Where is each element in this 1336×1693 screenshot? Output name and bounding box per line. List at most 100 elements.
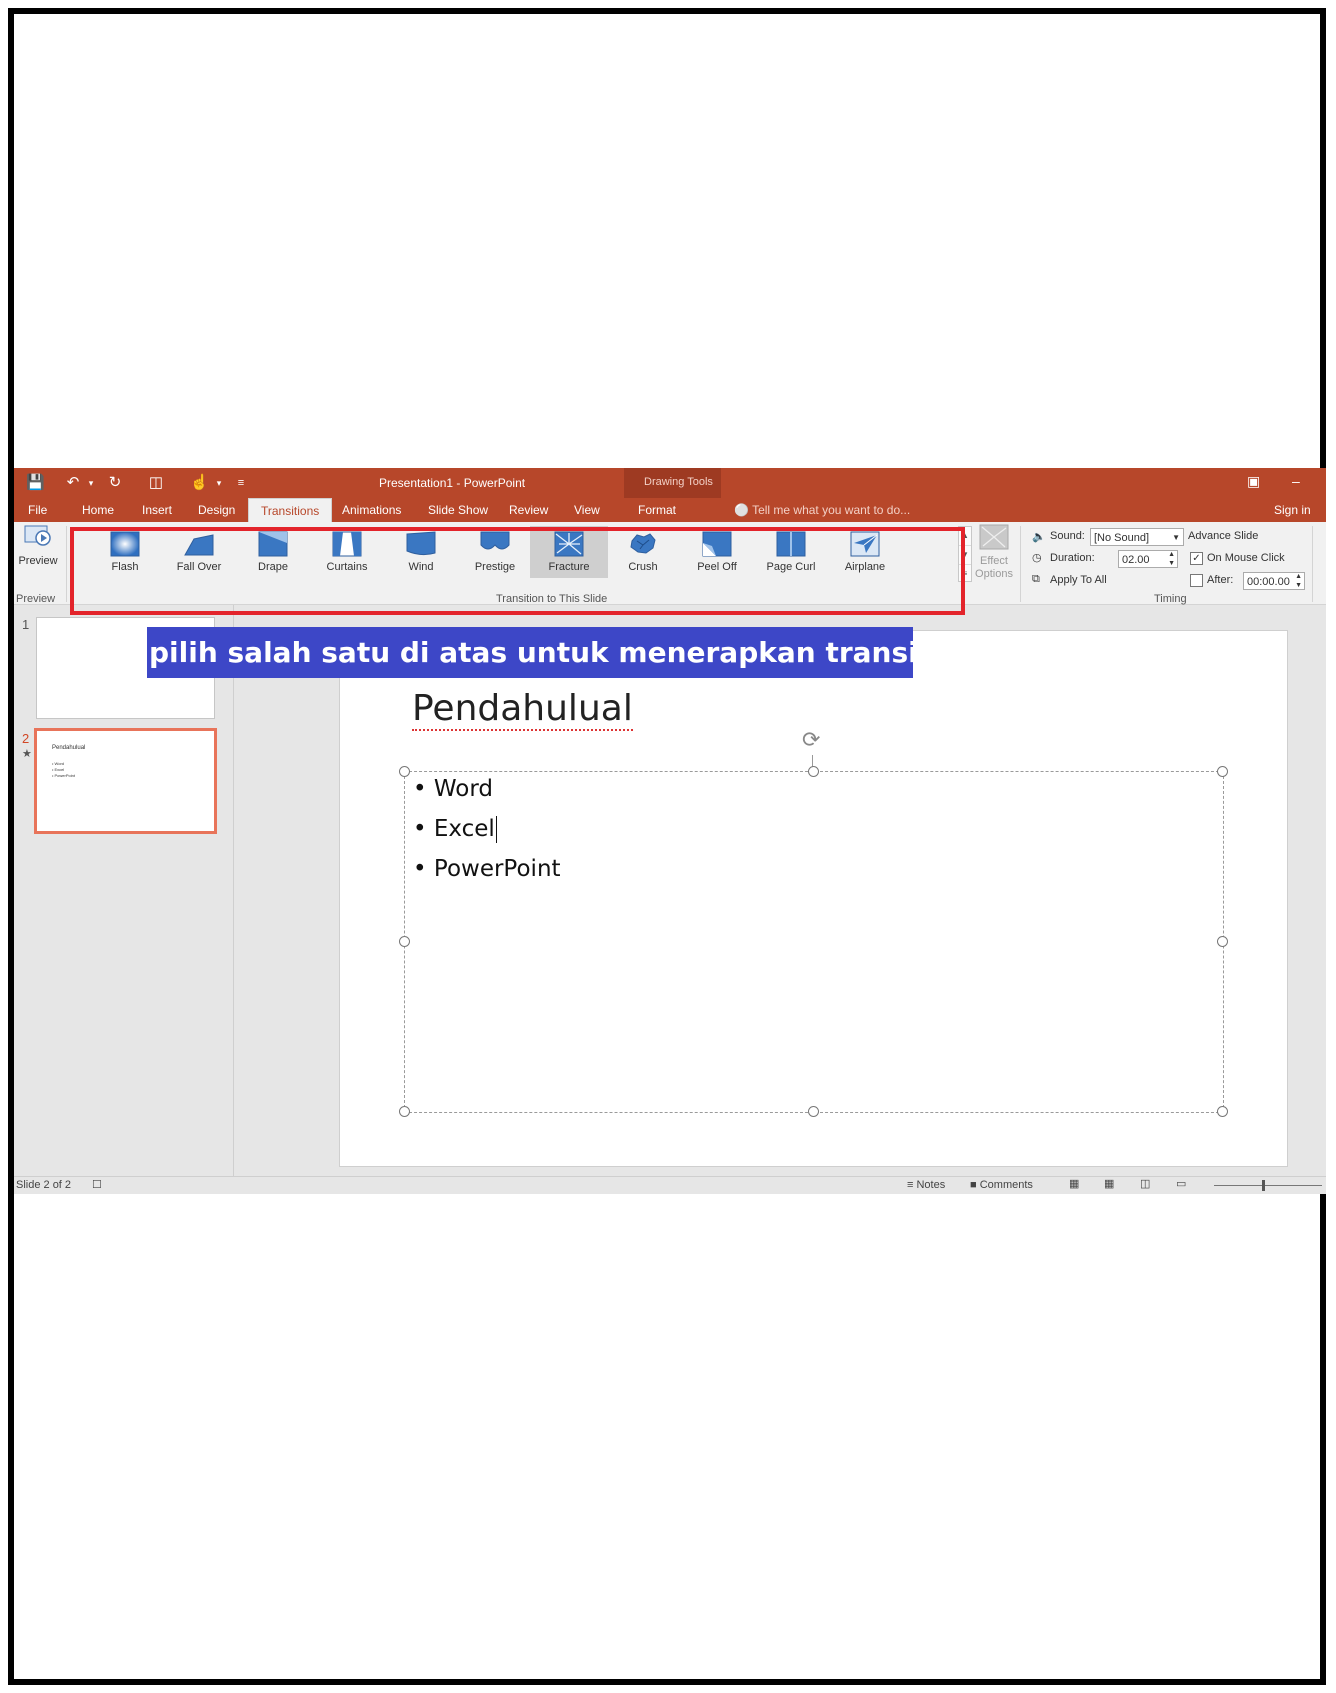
reading-view-icon[interactable]: ◫ — [1140, 1177, 1150, 1190]
tab-animations[interactable]: Animations — [342, 503, 401, 517]
after-label: After: — [1207, 574, 1234, 586]
bullet-item[interactable]: • Word — [413, 776, 493, 802]
gallery-more-icon[interactable]: ≡ — [959, 565, 971, 583]
transition-drape[interactable]: Drape — [234, 526, 312, 578]
transition-group-label: Transition to This Slide — [496, 593, 608, 605]
preview-button[interactable]: Preview — [14, 524, 62, 584]
touch-dropdown-icon[interactable]: ▾ — [210, 474, 228, 492]
tab-file[interactable]: File — [28, 503, 47, 517]
resize-handle[interactable] — [808, 766, 819, 777]
rotate-handle-icon[interactable]: ⟳ — [802, 727, 820, 753]
gallery-scroll: ▲ ▼ ≡ — [958, 526, 972, 582]
undo-dropdown-icon[interactable]: ▾ — [82, 474, 100, 492]
sound-value: [No Sound] — [1094, 532, 1150, 544]
thumbnail-bullets: • Word • Excel • PowerPoint — [52, 761, 75, 778]
ribbon-tabs: File Home Insert Design Transitions Anim… — [14, 498, 1326, 522]
curtains-icon — [332, 531, 362, 557]
save-icon[interactable]: 💾 — [26, 474, 45, 492]
status-bar: Slide 2 of 2 ☐ ≡ Notes ■ Comments ▦ ▦ ◫ … — [14, 1176, 1326, 1194]
transition-label: Peel Off — [697, 561, 737, 573]
duration-spinner[interactable]: 02.00 ▲ ▼ — [1118, 550, 1178, 568]
notes-icon: ≡ — [907, 1179, 914, 1191]
slide-counter: Slide 2 of 2 — [16, 1179, 72, 1191]
comments-button[interactable]: ■ Comments — [970, 1179, 1033, 1191]
touch-mode-icon[interactable]: ☝ — [190, 474, 209, 492]
bullet-item[interactable]: • Excel — [413, 816, 498, 843]
slide-canvas: Pendahulual ⟳ • Word • Excel • PowerPoin… — [339, 630, 1288, 1167]
gallery-scroll-down-icon[interactable]: ▼ — [959, 546, 971, 565]
tell-me-search[interactable]: ⚪ Tell me what you want to do... — [734, 503, 910, 517]
transition-fall-over[interactable]: Fall Over — [160, 526, 238, 578]
spinner-arrows-icon: ▲ ▼ — [1168, 551, 1175, 567]
airplane-icon — [850, 531, 880, 557]
transition-crush[interactable]: Crush — [604, 526, 682, 578]
transition-airplane[interactable]: Airplane — [826, 526, 904, 578]
apply-all-icon: ⧉ — [1032, 573, 1040, 585]
transition-prestige[interactable]: Prestige — [456, 526, 534, 578]
resize-handle[interactable] — [399, 936, 410, 947]
tab-insert[interactable]: Insert — [142, 503, 172, 517]
resize-handle[interactable] — [808, 1106, 819, 1117]
flash-icon — [110, 531, 140, 557]
effect-options-label-1: Effect — [980, 555, 1008, 567]
bullet-item[interactable]: • PowerPoint — [413, 856, 561, 882]
transition-curtains[interactable]: Curtains — [308, 526, 386, 578]
after-spinner[interactable]: 00:00.00 ▲ ▼ — [1243, 572, 1305, 590]
effect-options-button[interactable]: Effect Options — [972, 524, 1016, 586]
resize-handle[interactable] — [1217, 766, 1228, 777]
after-checkbox[interactable] — [1190, 574, 1203, 587]
tab-home[interactable]: Home — [82, 503, 114, 517]
transition-label: Page Curl — [766, 561, 816, 573]
tab-review[interactable]: Review — [509, 503, 548, 517]
minimize-icon[interactable]: – — [1292, 473, 1300, 489]
advance-slide-label: Advance Slide — [1188, 530, 1259, 542]
wind-icon — [406, 531, 436, 556]
after-value: 00:00.00 — [1247, 576, 1290, 588]
duration-value: 02.00 — [1122, 554, 1150, 566]
zoom-slider[interactable] — [1214, 1185, 1322, 1186]
bullet-text: Excel — [433, 816, 495, 842]
content-placeholder[interactable]: • Word • Excel • PowerPoint — [404, 771, 1224, 1113]
ribbon-display-icon[interactable]: ▣ — [1247, 473, 1260, 490]
spell-check-icon[interactable]: ☐ — [92, 1178, 102, 1191]
zoom-slider-thumb[interactable] — [1262, 1180, 1265, 1191]
normal-view-icon[interactable]: ▦ — [1069, 1177, 1079, 1190]
notes-label: Notes — [916, 1179, 946, 1191]
tab-slide-show[interactable]: Slide Show — [428, 503, 488, 517]
transition-page-curl[interactable]: Page Curl — [752, 526, 830, 578]
on-mouse-click-checkbox[interactable]: ✓ — [1190, 552, 1203, 565]
annotation-banner: pilih salah satu di atas untuk menerapka… — [147, 627, 944, 678]
chevron-down-icon: ▼ — [1172, 533, 1180, 542]
customize-qat-icon[interactable]: ≡ — [232, 474, 250, 492]
transition-wind[interactable]: Wind — [382, 526, 460, 578]
notes-button[interactable]: ≡ Notes — [907, 1179, 945, 1191]
slide-title[interactable]: Pendahulual — [412, 689, 633, 731]
tab-transitions[interactable]: Transitions — [248, 498, 333, 522]
resize-handle[interactable] — [1217, 1106, 1228, 1117]
undo-icon[interactable]: ↶ — [64, 474, 82, 492]
resize-handle[interactable] — [399, 766, 410, 777]
transition-label: Curtains — [326, 561, 368, 573]
transition-fracture[interactable]: Fracture — [530, 526, 608, 578]
sound-dropdown[interactable]: [No Sound] ▼ — [1090, 528, 1184, 546]
redo-icon[interactable]: ↻ — [106, 474, 124, 492]
resize-handle[interactable] — [1217, 936, 1228, 947]
transition-flash[interactable]: Flash — [86, 526, 164, 578]
sign-in-link[interactable]: Sign in — [1274, 503, 1311, 517]
transition-peel-off[interactable]: Peel Off — [678, 526, 756, 578]
tab-view[interactable]: View — [574, 503, 600, 517]
resize-handle[interactable] — [399, 1106, 410, 1117]
gallery-scroll-up-icon[interactable]: ▲ — [959, 527, 971, 546]
start-from-beginning-icon[interactable]: ◫ — [147, 474, 165, 492]
slide-thumbnail-2[interactable]: Pendahulual • Word • Excel • PowerPoint — [34, 728, 217, 834]
transition-label: Fall Over — [176, 561, 222, 573]
tab-design[interactable]: Design — [198, 503, 235, 517]
slide-show-icon[interactable]: ▭ — [1176, 1177, 1186, 1190]
ribbon: Preview Preview Flash Fall Over Drape Cu… — [14, 522, 1326, 605]
tab-format[interactable]: Format — [638, 503, 676, 517]
slide-sorter-icon[interactable]: ▦ — [1104, 1177, 1114, 1190]
transition-label: Drape — [258, 561, 288, 573]
crush-icon — [630, 533, 656, 554]
apply-to-all-button[interactable]: Apply To All — [1050, 574, 1107, 586]
transition-label: Airplane — [844, 561, 886, 573]
